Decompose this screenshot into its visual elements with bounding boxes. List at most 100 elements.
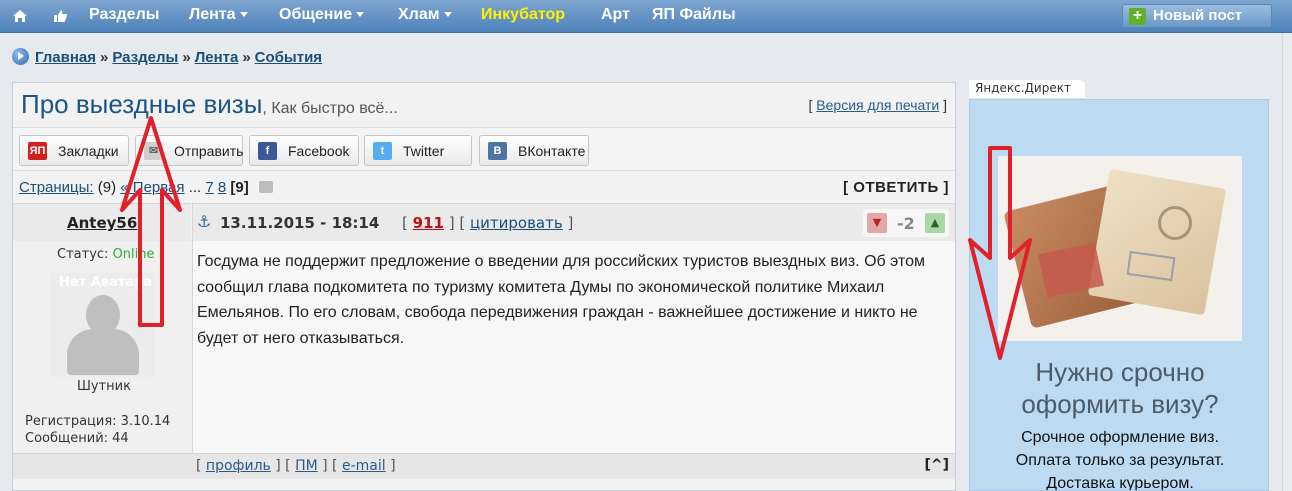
round-stamp-shape <box>1158 206 1192 240</box>
navigation-bullet-icon <box>12 48 29 65</box>
post-author[interactable]: Antey56 <box>67 214 137 232</box>
ad-heading[interactable]: Нужно срочно оформить визу? <box>970 356 1268 420</box>
page-title: Про выездные визы, Как быстро всё... <box>21 89 398 120</box>
chevron-down-icon <box>239 12 248 18</box>
share-label: ВКонтакте <box>518 143 586 159</box>
share-vk-button[interactable]: B ВКонтакте <box>479 135 589 166</box>
post-body: Госдума не поддержит предложение о введе… <box>192 241 955 453</box>
quote-link[interactable]: цитировать <box>470 214 563 232</box>
share-twitter-button[interactable]: t Twitter <box>364 135 472 166</box>
post-footer-links: [ профиль ] [ ПМ ] [ e-mail ] <box>196 458 396 474</box>
breadcrumb-sobytiya[interactable]: События <box>255 49 322 66</box>
twitter-icon: t <box>373 142 392 160</box>
pagination-ellipsis: ... <box>188 179 202 196</box>
post-rating: ▼ -2 ▲ <box>863 209 949 237</box>
reply-button[interactable]: [ ОТВЕТИТЬ ] <box>843 179 949 196</box>
ad-text-line: Срочное оформление виз. <box>1021 429 1219 446</box>
nav-item-khlam-label: Хлам <box>398 6 440 23</box>
print-version: [ Версия для печати ] <box>808 97 947 113</box>
breadcrumb-separator: » <box>100 49 109 66</box>
mail-icon: ✉ <box>144 142 163 160</box>
breadcrumb-home[interactable]: Главная <box>35 49 96 66</box>
ad-passport-image[interactable] <box>998 156 1242 341</box>
post-date: 13.11.2015 - 18:14 <box>220 214 380 232</box>
share-label: Facebook <box>288 143 350 159</box>
subscribe-icon[interactable] <box>258 181 273 193</box>
author-status: Статус: Online <box>57 247 155 262</box>
page-scrollbar[interactable] <box>1282 33 1292 491</box>
author-stats: Регистрация: 3.10.14 Сообщений: 44 <box>25 413 170 447</box>
profile-link[interactable]: профиль <box>206 458 271 474</box>
nav-item-razdely[interactable]: Разделы <box>89 6 159 24</box>
avatar-placeholder-body <box>67 329 139 375</box>
nav-item-lenta-label: Лента <box>189 6 236 23</box>
share-label: Закладки <box>58 143 119 159</box>
chevron-down-icon <box>356 12 365 18</box>
pagination-first[interactable]: « Первая <box>120 179 184 196</box>
thumbs-up-icon[interactable] <box>52 8 68 24</box>
pagination-label[interactable]: Страницы: <box>19 179 94 196</box>
new-post-label: Новый пост <box>1153 7 1243 24</box>
breadcrumb-separator: » <box>242 49 251 66</box>
share-facebook-button[interactable]: f Facebook <box>249 135 359 166</box>
nav-item-yap-files[interactable]: ЯП Файлы <box>652 6 736 24</box>
pagination-page-8[interactable]: 8 <box>218 179 226 196</box>
share-bar: ЯП Закладки ✉ Отправить f Facebook t Twitter… <box>13 127 955 171</box>
topic-title: Про выездные визы <box>21 89 263 119</box>
status-label: Статус: <box>57 247 109 262</box>
plus-icon: + <box>1129 8 1146 25</box>
nav-item-obshchenie-label: Общение <box>279 6 353 23</box>
passport-page-shape <box>1087 168 1227 316</box>
author-messages: Сообщений: 44 <box>25 431 129 446</box>
nav-item-lenta[interactable]: Лента <box>189 6 248 24</box>
facebook-icon: f <box>258 142 277 160</box>
pm-link[interactable]: ПМ <box>295 458 318 474</box>
nav-item-inkubator[interactable]: Инкубатор <box>481 6 565 24</box>
pagination-count: (9) <box>97 179 117 196</box>
breadcrumb-razdely[interactable]: Разделы <box>112 49 178 66</box>
share-label: Отправить <box>174 143 244 159</box>
pagination-current: [9] <box>230 179 249 196</box>
anchor-icon[interactable]: ⚓ <box>197 212 211 231</box>
scroll-to-top-button[interactable]: [^] <box>924 457 949 473</box>
breadcrumb-lenta[interactable]: Лента <box>195 49 239 66</box>
nav-item-art[interactable]: Арт <box>601 6 630 24</box>
post-text: Госдума не поддержит предложение о введе… <box>197 253 925 347</box>
share-label: Twitter <box>403 143 445 159</box>
nav-item-obshchenie[interactable]: Общение <box>279 6 365 24</box>
post-author-header: Antey56 <box>13 203 191 241</box>
ad-banner[interactable]: Нужно срочно оформить визу? Срочное офор… <box>969 99 1269 491</box>
avatar[interactable]: Нет Аватара <box>51 273 155 377</box>
top-nav: Разделы Лента Общение Хлам Инкубатор Арт… <box>0 0 1292 33</box>
topic-description: , Как быстро всё... <box>262 100 398 117</box>
ad-label: Яндекс.Директ <box>969 80 1085 98</box>
chevron-down-icon <box>443 12 452 18</box>
nav-item-khlam[interactable]: Хлам <box>398 6 452 24</box>
post-header: ⚓ 13.11.2015 - 18:14 [ 911 ] [ цитироват… <box>192 203 955 241</box>
post-footer: [ профиль ] [ ПМ ] [ e-mail ] [^] <box>13 453 955 479</box>
status-badge: Online <box>112 247 155 262</box>
email-link[interactable]: e-mail <box>342 458 386 474</box>
new-post-button[interactable]: + Новый пост <box>1122 4 1272 28</box>
ad-heading-line: оформить визу? <box>1021 389 1219 419</box>
ad-text-line: Оплата только за результат. <box>1015 452 1225 469</box>
author-rank: Шутник <box>77 379 131 394</box>
post-author-info: Статус: Online Нет Аватара Шутник Регист… <box>13 241 191 453</box>
breadcrumb-separator: » <box>182 49 191 66</box>
post-number-link[interactable]: 911 <box>413 214 444 232</box>
thumbs-down-icon[interactable]: ▼ <box>867 213 887 233</box>
ad-text-line: Доставка курьером. <box>1046 475 1194 491</box>
yap-icon: ЯП <box>28 142 47 160</box>
author-registration: Регистрация: 3.10.14 <box>25 414 171 429</box>
share-send-button[interactable]: ✉ Отправить <box>135 135 243 166</box>
vk-icon: B <box>488 142 507 160</box>
share-bookmarks-button[interactable]: ЯП Закладки <box>19 135 129 166</box>
rating-count: -2 <box>897 214 915 233</box>
ad-heading-line: Нужно срочно <box>1035 357 1205 387</box>
thumbs-up-icon[interactable]: ▲ <box>925 213 945 233</box>
avatar-label: Нет Аватара <box>59 275 153 290</box>
post-meta: [ 911 ] [ цитировать ] <box>402 214 574 232</box>
home-icon[interactable] <box>12 8 28 24</box>
print-version-link[interactable]: Версия для печати <box>816 97 939 113</box>
pagination-page-7[interactable]: 7 <box>205 179 213 196</box>
